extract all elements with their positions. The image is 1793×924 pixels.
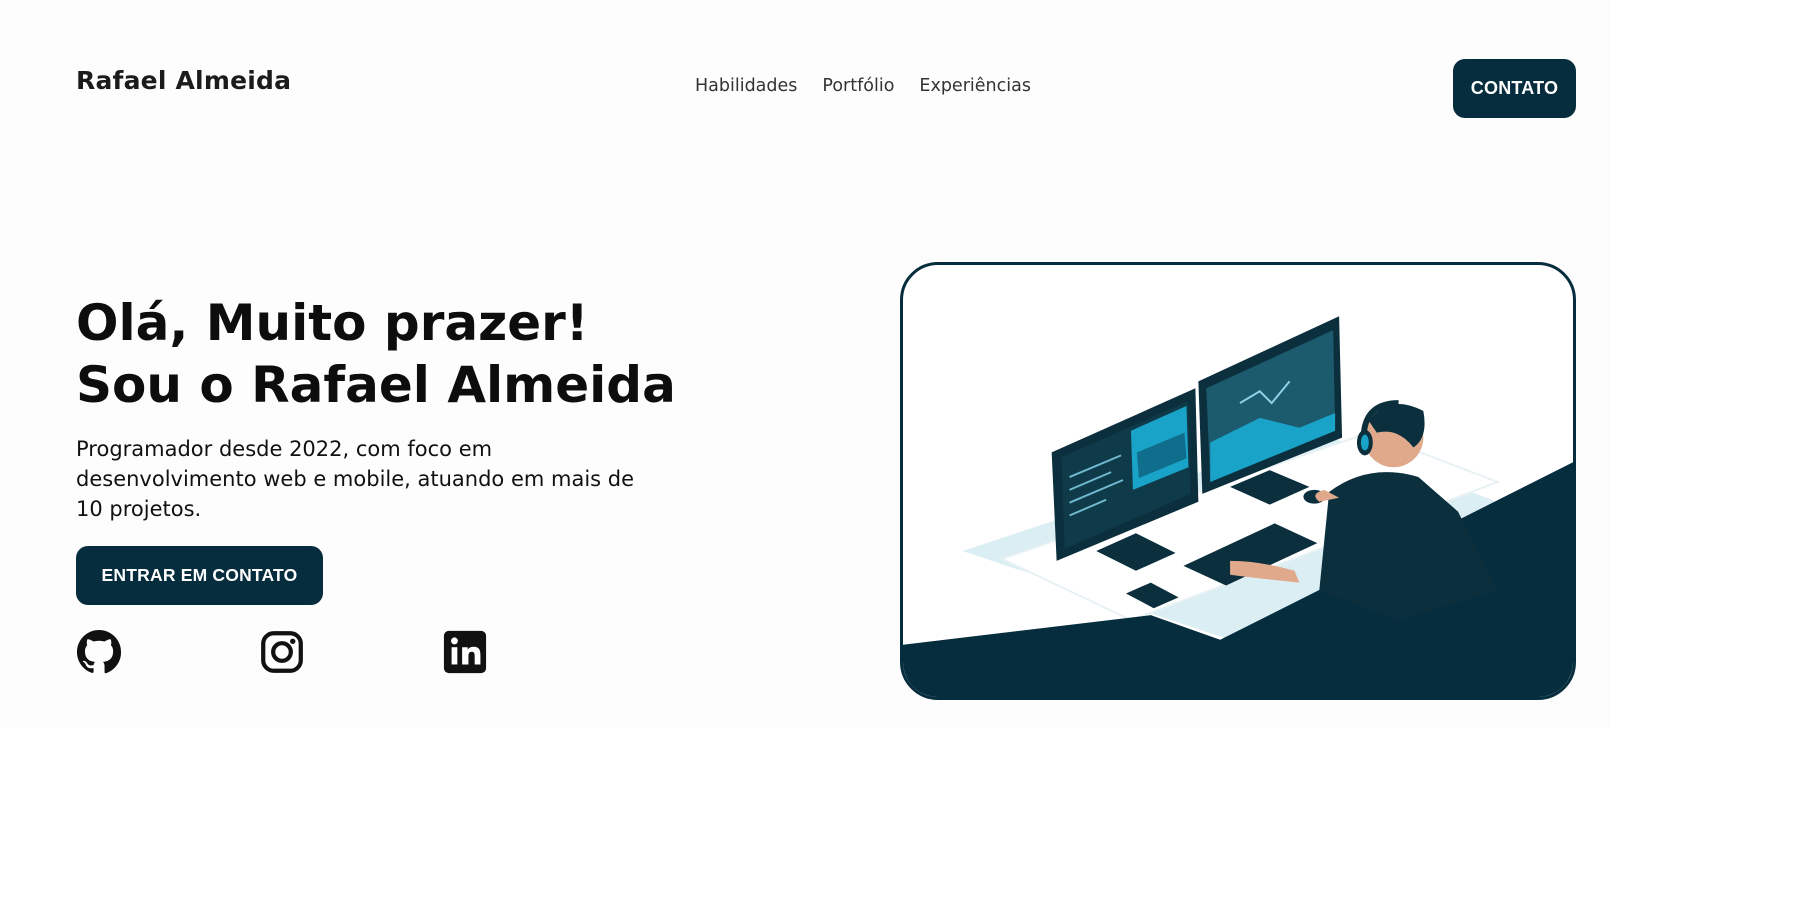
- linkedin-icon-graphic: [443, 630, 487, 674]
- cta-contact-button[interactable]: ENTRAR EM CONTATO: [76, 546, 323, 605]
- developer-illustration: [903, 316, 1573, 697]
- social-links: [76, 629, 625, 675]
- page: Rafael Almeida Habilidades Portfólio Exp…: [0, 0, 1793, 924]
- contact-button[interactable]: CONTATO: [1453, 59, 1576, 118]
- hero-illustration: [900, 262, 1576, 700]
- hero-title-line-2: Sou o Rafael Almeida: [76, 356, 676, 414]
- instagram-icon-graphic: [261, 631, 303, 673]
- hero-description: Programador desde 2022, com foco em dese…: [76, 437, 635, 521]
- hero-title-line-1: Olá, Muito prazer!: [76, 294, 589, 352]
- nav-link-portfolio[interactable]: Portfólio: [822, 76, 894, 96]
- hero-title: Olá, Muito prazer! Sou o Rafael Almeida: [76, 292, 676, 416]
- main-nav: Habilidades Portfólio Experiências: [695, 76, 1031, 96]
- github-icon-graphic: [76, 629, 122, 674]
- nav-link-experiencias[interactable]: Experiências: [919, 76, 1031, 96]
- nav-link-habilidades[interactable]: Habilidades: [695, 76, 797, 96]
- brand-name[interactable]: Rafael Almeida: [76, 66, 291, 95]
- linkedin-icon[interactable]: [442, 629, 488, 675]
- github-icon[interactable]: [76, 629, 122, 675]
- instagram-icon[interactable]: [259, 629, 305, 675]
